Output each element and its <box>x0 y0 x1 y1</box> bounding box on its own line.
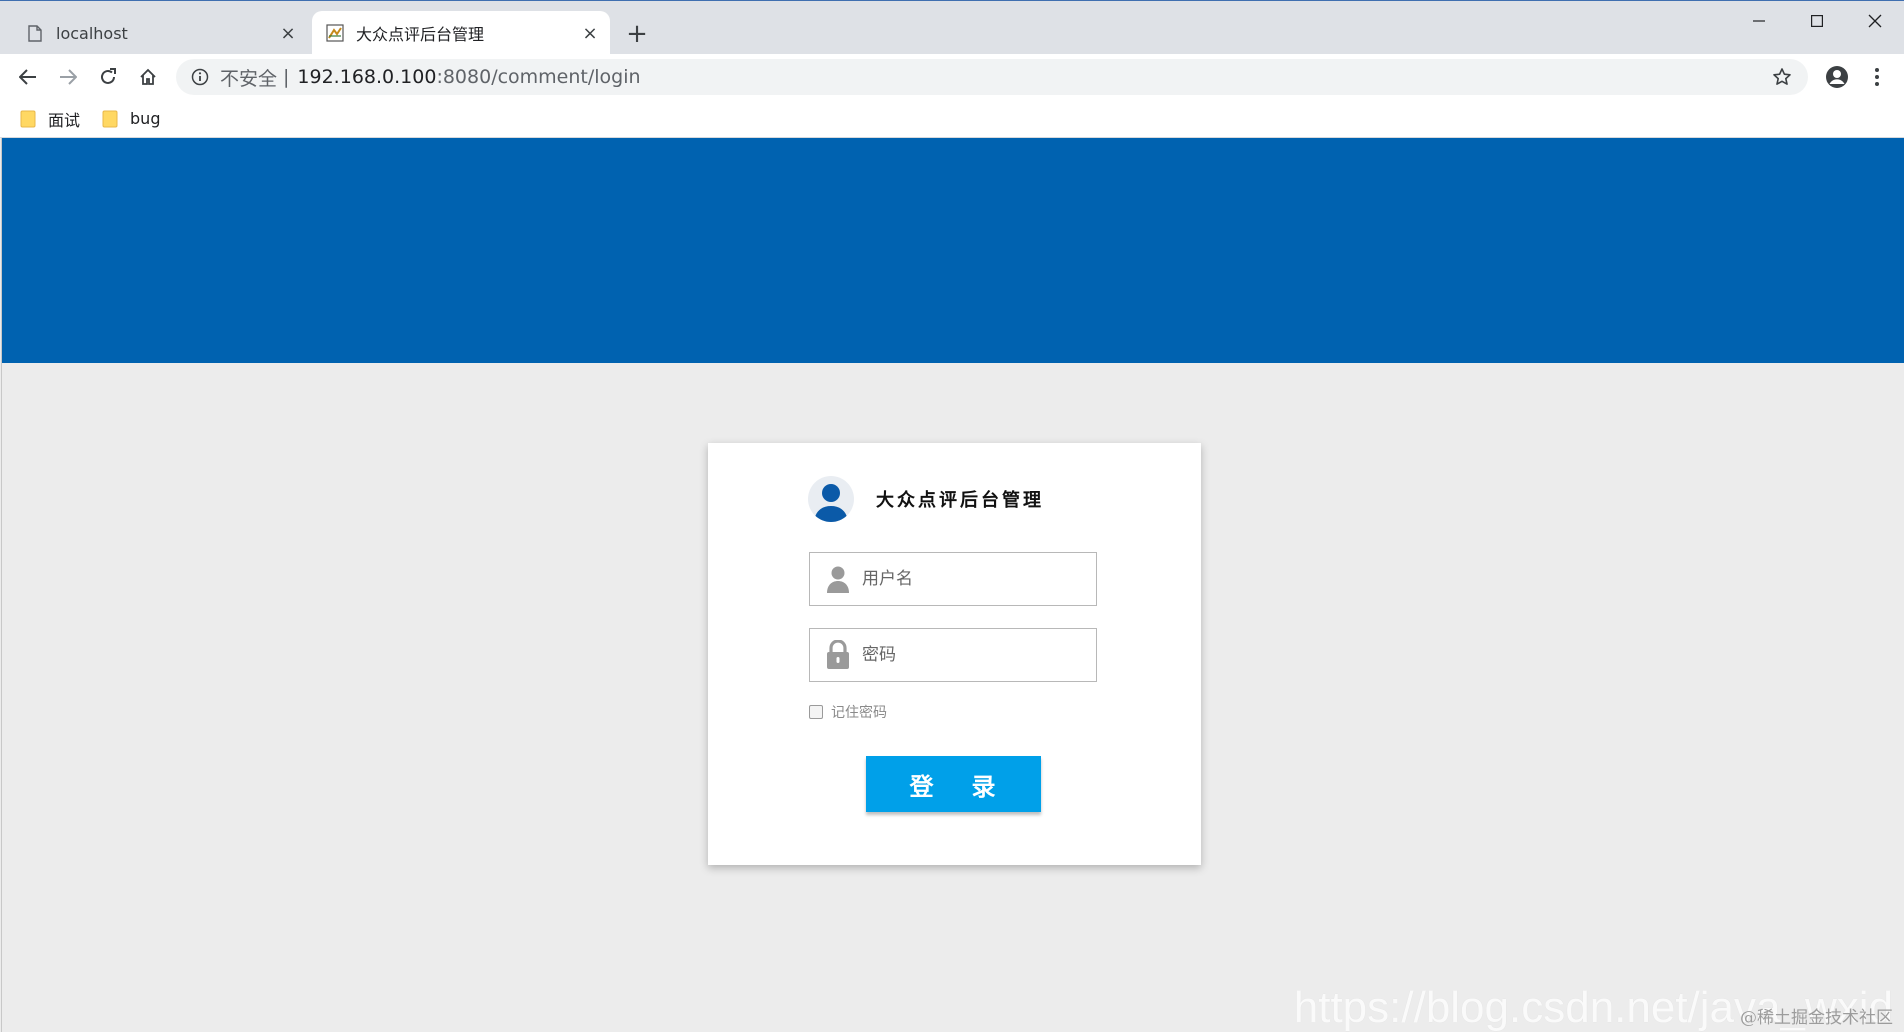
back-button[interactable] <box>12 61 44 93</box>
minimize-button[interactable] <box>1730 1 1788 41</box>
avatar-icon <box>808 476 854 522</box>
forward-button[interactable] <box>52 61 84 93</box>
back-arrow-icon <box>19 69 36 85</box>
address-separator: | <box>283 66 290 88</box>
bookmark-star-icon[interactable] <box>1770 65 1794 89</box>
login-card: 大众点评后台管理 记住密码 登 录 <box>708 443 1201 865</box>
password-input[interactable] <box>862 629 1096 681</box>
window-controls <box>1730 1 1904 41</box>
address-host: 192.168.0.100 <box>297 66 437 88</box>
user-icon <box>824 564 852 594</box>
username-field[interactable] <box>809 552 1097 606</box>
home-button[interactable] <box>132 61 164 93</box>
login-brand: 大众点评后台管理 <box>808 475 1044 523</box>
more-vert-icon <box>1875 68 1879 86</box>
page-icon <box>26 24 44 42</box>
password-field[interactable] <box>809 628 1097 682</box>
watermark: https://blog.csdn.net/java_wxid @稀土掘金技术社… <box>1294 986 1893 1030</box>
login-button-char-1: 登 <box>909 771 936 801</box>
close-icon[interactable]: × <box>576 19 604 47</box>
profile-button[interactable] <box>1822 62 1852 92</box>
header-banner <box>2 138 1904 363</box>
remember-label: 记住密码 <box>831 705 887 721</box>
security-label: 不安全 <box>220 67 278 90</box>
reload-button[interactable] <box>92 61 124 93</box>
login-title: 大众点评后台管理 <box>876 490 1044 511</box>
folder-icon <box>102 110 118 128</box>
bookmark-interview[interactable]: 面试 <box>20 107 80 131</box>
tab-localhost[interactable]: localhost × <box>12 11 308 55</box>
login-button[interactable]: 登 录 <box>866 756 1041 812</box>
forward-arrow-icon <box>60 69 77 85</box>
close-icon[interactable]: × <box>274 19 302 47</box>
tab-dianping-admin[interactable]: 大众点评后台管理 × <box>312 11 610 55</box>
bookmark-label: 面试 <box>48 110 81 130</box>
remember-checkbox[interactable] <box>809 705 823 719</box>
address-path: :8080/comment/login <box>436 66 641 88</box>
lock-icon <box>824 640 852 670</box>
menu-button[interactable] <box>1862 62 1892 92</box>
reload-icon <box>101 68 116 84</box>
maximize-button[interactable] <box>1788 1 1846 41</box>
info-icon[interactable] <box>190 67 210 87</box>
tab-title: 大众点评后台管理 <box>356 25 485 44</box>
tab-title: localhost <box>56 23 128 43</box>
page-content: 大众点评后台管理 记住密码 登 录 https://blog.csdn.net/… <box>1 138 1904 1032</box>
site-favicon-icon <box>326 24 344 42</box>
watermark-community: @稀土掘金技术社区 <box>1740 1008 1893 1028</box>
browser-toolbar: 不安全 | 192.168.0.100:8080/comment/login <box>0 54 1904 100</box>
address-bar[interactable]: 不安全 | 192.168.0.100:8080/comment/login <box>176 59 1808 95</box>
bookmark-bug[interactable]: bug <box>102 109 160 128</box>
username-input[interactable] <box>862 553 1096 605</box>
bookmark-label: bug <box>130 109 161 128</box>
bookmarks-bar: 面试 bug <box>0 100 1904 138</box>
login-button-char-2: 录 <box>971 771 998 801</box>
new-tab-button[interactable]: + <box>622 19 652 49</box>
browser-tab-bar: localhost × 大众点评后台管理 × + <box>0 0 1904 55</box>
folder-icon <box>20 110 36 128</box>
home-icon <box>140 68 156 85</box>
account-icon <box>1826 66 1848 88</box>
close-window-button[interactable] <box>1846 1 1904 41</box>
remember-password[interactable]: 记住密码 <box>809 702 887 722</box>
